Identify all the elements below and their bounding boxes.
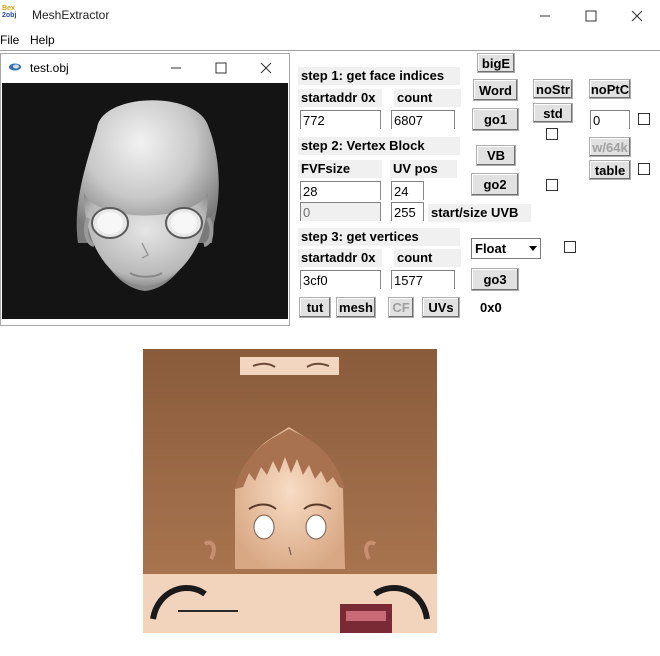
menu-separator bbox=[0, 50, 660, 51]
table-button[interactable]: table bbox=[589, 160, 631, 180]
maximize-button[interactable] bbox=[568, 0, 614, 32]
nostr-button[interactable]: noStr bbox=[533, 79, 573, 99]
step3-label: step 3: get vertices bbox=[298, 228, 460, 246]
cf-button: CF bbox=[388, 297, 414, 318]
window-title: MeshExtractor bbox=[32, 8, 110, 22]
menu-bar bbox=[0, 32, 660, 50]
step1-label: step 1: get face indices bbox=[298, 67, 460, 85]
format-select-value: Float bbox=[475, 241, 507, 256]
uvb-label: start/size UVB bbox=[428, 204, 531, 222]
uvpos-label: UV pos bbox=[390, 160, 457, 178]
vb-button[interactable]: VB bbox=[476, 145, 516, 166]
close-icon bbox=[631, 10, 643, 22]
status-text: 0x0 bbox=[480, 300, 502, 315]
table-checkbox[interactable] bbox=[638, 163, 650, 175]
fvfsize-input[interactable]: 28 bbox=[300, 181, 381, 200]
step1-startaddr-input[interactable]: 772 bbox=[300, 110, 381, 129]
go2-checkbox[interactable] bbox=[546, 179, 558, 191]
step3-startaddr-input[interactable]: 3cf0 bbox=[300, 270, 381, 289]
child-close-button[interactable] bbox=[243, 55, 289, 81]
mesh-button[interactable]: mesh bbox=[336, 297, 376, 318]
step3-count-input[interactable]: 1577 bbox=[391, 270, 455, 289]
minimize-icon bbox=[540, 15, 550, 17]
app-icon-top: Bex bbox=[2, 5, 15, 12]
3d-viewport[interactable] bbox=[2, 83, 288, 319]
noptc-checkbox[interactable] bbox=[638, 113, 650, 125]
std-button[interactable]: std bbox=[533, 103, 573, 123]
bigE-button[interactable]: bigE bbox=[477, 53, 515, 73]
chevron-down-icon bbox=[529, 246, 537, 251]
close-icon bbox=[260, 62, 272, 74]
w64k-button: w/64k bbox=[589, 137, 631, 157]
format-select[interactable]: Float bbox=[471, 238, 541, 259]
step3-count-label: count bbox=[394, 249, 461, 267]
uvb-size-input[interactable]: 255 bbox=[391, 202, 424, 221]
face-texture-image bbox=[143, 349, 437, 633]
fvfsize-label: FVFsize bbox=[298, 160, 382, 178]
tut-button[interactable]: tut bbox=[299, 297, 331, 318]
step1-startaddr-label: startaddr 0x bbox=[298, 89, 382, 107]
go2-button[interactable]: go2 bbox=[471, 173, 519, 196]
close-button[interactable] bbox=[614, 0, 660, 32]
app-icon-bottom: 2obj bbox=[2, 12, 17, 19]
std-checkbox[interactable] bbox=[546, 128, 558, 140]
go1-button[interactable]: go1 bbox=[472, 108, 519, 131]
child-maximize-button[interactable] bbox=[198, 55, 244, 81]
noptc-button[interactable]: noPtC bbox=[589, 79, 631, 99]
app-icon: Bex 2obj bbox=[2, 5, 22, 25]
step3-startaddr-label: startaddr 0x bbox=[298, 249, 382, 267]
step2-label: step 2: Vertex Block bbox=[298, 137, 460, 155]
noptc-input[interactable]: 0 bbox=[590, 110, 630, 129]
menu-help[interactable]: Help bbox=[30, 33, 55, 47]
go3-button[interactable]: go3 bbox=[471, 268, 519, 291]
child-minimize-button[interactable] bbox=[153, 55, 199, 81]
mesh-window-icon bbox=[9, 63, 21, 71]
float-checkbox[interactable] bbox=[564, 241, 576, 253]
mesh-window-title: test.obj bbox=[30, 61, 69, 75]
texture-preview bbox=[143, 349, 437, 633]
minimize-icon bbox=[171, 67, 181, 69]
step1-count-input[interactable]: 6807 bbox=[391, 110, 455, 129]
step1-count-label: count bbox=[394, 89, 461, 107]
uvpos-input[interactable]: 24 bbox=[391, 181, 424, 200]
menu-file[interactable]: File bbox=[0, 33, 19, 47]
uvb-start-input: 0 bbox=[300, 202, 381, 221]
head-mesh-render bbox=[76, 100, 219, 291]
maximize-icon bbox=[585, 10, 597, 22]
maximize-icon bbox=[215, 62, 227, 74]
word-button[interactable]: Word bbox=[473, 79, 518, 101]
uvs-button[interactable]: UVs bbox=[422, 297, 460, 318]
minimize-button[interactable] bbox=[522, 0, 568, 32]
